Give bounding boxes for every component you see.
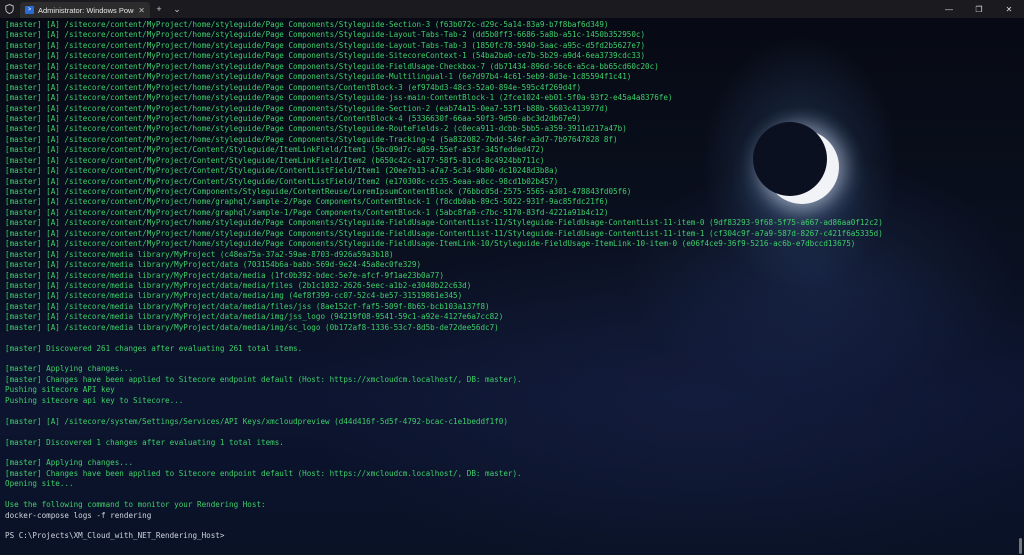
terminal-line: [master] [A] /sitecore/content/MyProject… [5, 207, 609, 217]
terminal-line: [master] [A] /sitecore/content/MyProject… [5, 187, 632, 196]
terminal-line: [master] [A] /sitecore/media library/MyP… [5, 270, 444, 280]
terminal-line: [master] [A] /sitecore/content/MyProject… [5, 176, 559, 186]
scrollbar-thumb[interactable] [1019, 538, 1022, 554]
terminal-line: [master] [A] /sitecore/content/MyProject… [5, 218, 883, 228]
terminal-line: docker-compose logs -f rendering [5, 510, 152, 520]
terminal-line: [master] [A] /sitecore/media library/MyP… [5, 260, 422, 270]
terminal-line: [master] [A] /sitecore/media library/MyP… [5, 322, 499, 332]
tab-powershell[interactable]: > Administrator: Windows PowerShell ✕ [20, 2, 150, 18]
tab-title: Administrator: Windows PowerShell [38, 5, 134, 15]
terminal-line: [master] [A] /sitecore/system/Settings/S… [5, 416, 508, 426]
terminal-line: [master] Applying changes... [5, 458, 134, 468]
terminal-line: [master] [A] /sitecore/content/MyProject… [5, 51, 646, 61]
terminal-line: [master] [A] /sitecore/media library/MyP… [5, 249, 394, 259]
terminal-line: Opening site... [5, 479, 74, 489]
terminal-line: [master] [A] /sitecore/media library/MyP… [5, 301, 490, 311]
terminal-line: [master] [A] /sitecore/content/MyProject… [5, 82, 582, 92]
close-button[interactable]: ✕ [994, 0, 1024, 18]
new-tab-button[interactable]: + [150, 0, 168, 18]
terminal-line: PS C:\Projects\XM_Cloud_with_NET_Renderi… [5, 531, 230, 541]
terminal-line: [master] Changes have been applied to Si… [5, 374, 522, 384]
terminal-line: [master] [A] /sitecore/content/MyProject… [5, 155, 545, 165]
terminal-line: [master] [A] /sitecore/content/MyProject… [5, 197, 609, 207]
terminal-line: [master] [A] /sitecore/content/MyProject… [5, 166, 559, 176]
tab-close-icon[interactable]: ✕ [138, 6, 145, 15]
tab-dropdown-chevron-icon[interactable]: ⌄ [168, 0, 186, 18]
minimize-button[interactable]: — [934, 0, 964, 18]
terminal-line: [master] [A] /sitecore/content/MyProject… [5, 239, 856, 249]
terminal-line: [master] Discovered 1 changes after eval… [5, 437, 284, 447]
terminal-line: [master] [A] /sitecore/content/MyProject… [5, 124, 627, 134]
terminal-line: [master] [A] /sitecore/media library/MyP… [5, 280, 472, 290]
terminal-line: Pushing sitecore API key [5, 385, 115, 395]
terminal-line: [master] [A] /sitecore/media library/MyP… [5, 312, 504, 322]
terminal-lines: [master] [A] /sitecore/content/MyProject… [5, 20, 883, 542]
terminal-line: [master] [A] /sitecore/media library/MyP… [5, 291, 463, 301]
terminal-line: [master] [A] /sitecore/content/MyProject… [5, 93, 673, 103]
window-controls: — ❐ ✕ [934, 0, 1024, 18]
powershell-icon: > [25, 6, 34, 14]
terminal-line: [master] [A] /sitecore/content/MyProject… [5, 72, 632, 82]
terminal-line: [master] [A] /sitecore/content/MyProject… [5, 145, 545, 155]
title-bar: > Administrator: Windows PowerShell ✕ + … [0, 0, 1024, 18]
terminal-output[interactable]: [master] [A] /sitecore/content/MyProject… [0, 18, 1024, 555]
terminal-line: [master] [A] /sitecore/content/MyProject… [5, 40, 646, 50]
terminal-line: [master] Discovered 261 changes after ev… [5, 343, 303, 353]
maximize-button[interactable]: ❐ [964, 0, 994, 18]
terminal-line: [master] [A] /sitecore/content/MyProject… [5, 20, 609, 29]
terminal-line: [master] [A] /sitecore/content/MyProject… [5, 134, 618, 144]
terminal-line: Use the following command to monitor you… [5, 500, 266, 510]
terminal-line: [master] [A] /sitecore/content/MyProject… [5, 228, 883, 238]
terminal-line: [master] Changes have been applied to Si… [5, 468, 522, 478]
terminal-line: [master] [A] /sitecore/content/MyProject… [5, 113, 582, 123]
terminal-line: [master] [A] /sitecore/content/MyProject… [5, 30, 646, 40]
shield-icon [0, 0, 18, 18]
terminal-line: [master] [A] /sitecore/content/MyProject… [5, 103, 609, 113]
terminal-line: [master] Applying changes... [5, 364, 134, 374]
terminal-line: [master] [A] /sitecore/content/MyProject… [5, 61, 659, 71]
terminal-line: Pushing sitecore api key to Sitecore... [5, 395, 184, 405]
